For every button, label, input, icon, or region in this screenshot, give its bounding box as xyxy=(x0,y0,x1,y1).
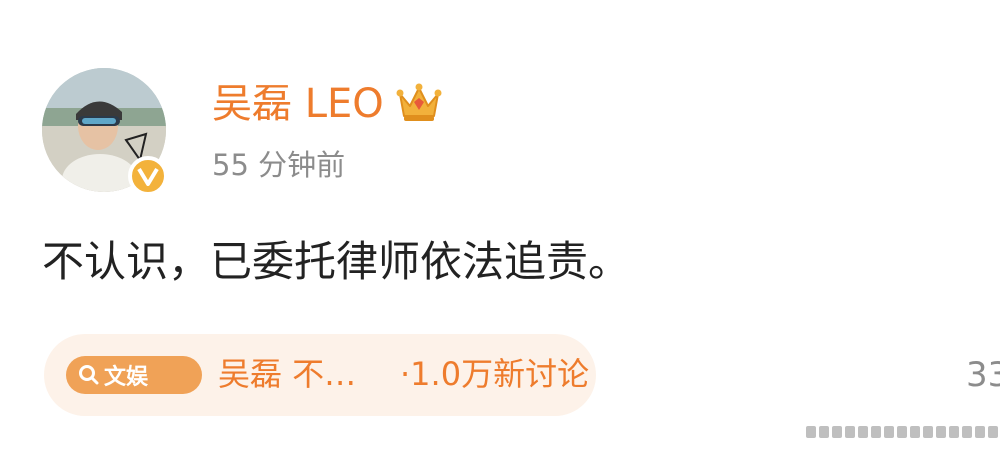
topic-tag-label: 文娱 xyxy=(104,365,149,390)
topic-chip[interactable]: 文娱 吴磊 不… ·1.0万新讨论 xyxy=(44,334,596,416)
crown-icon[interactable] xyxy=(396,80,442,124)
topic-tag: 文娱 xyxy=(66,356,202,394)
side-count: 33 xyxy=(966,355,1000,395)
verified-badge xyxy=(128,156,168,196)
bottom-indicator xyxy=(806,424,1000,440)
post-card: 吴磊 LEO 55 分钟前 不认识，已委托律师依法追责。 文娱 吴磊 不… ·1… xyxy=(0,0,1000,438)
topic-title: 吴磊 不… xyxy=(218,355,357,393)
search-icon xyxy=(79,365,99,385)
verified-v-icon xyxy=(137,167,159,186)
avatar-container[interactable] xyxy=(40,66,170,196)
post-timestamp: 55 分钟前 xyxy=(212,148,346,182)
topic-discussion-count: ·1.0万新讨论 xyxy=(400,355,590,393)
post-text: 不认识，已委托律师依法追责。 xyxy=(42,237,631,286)
username[interactable]: 吴磊 LEO xyxy=(212,78,384,130)
